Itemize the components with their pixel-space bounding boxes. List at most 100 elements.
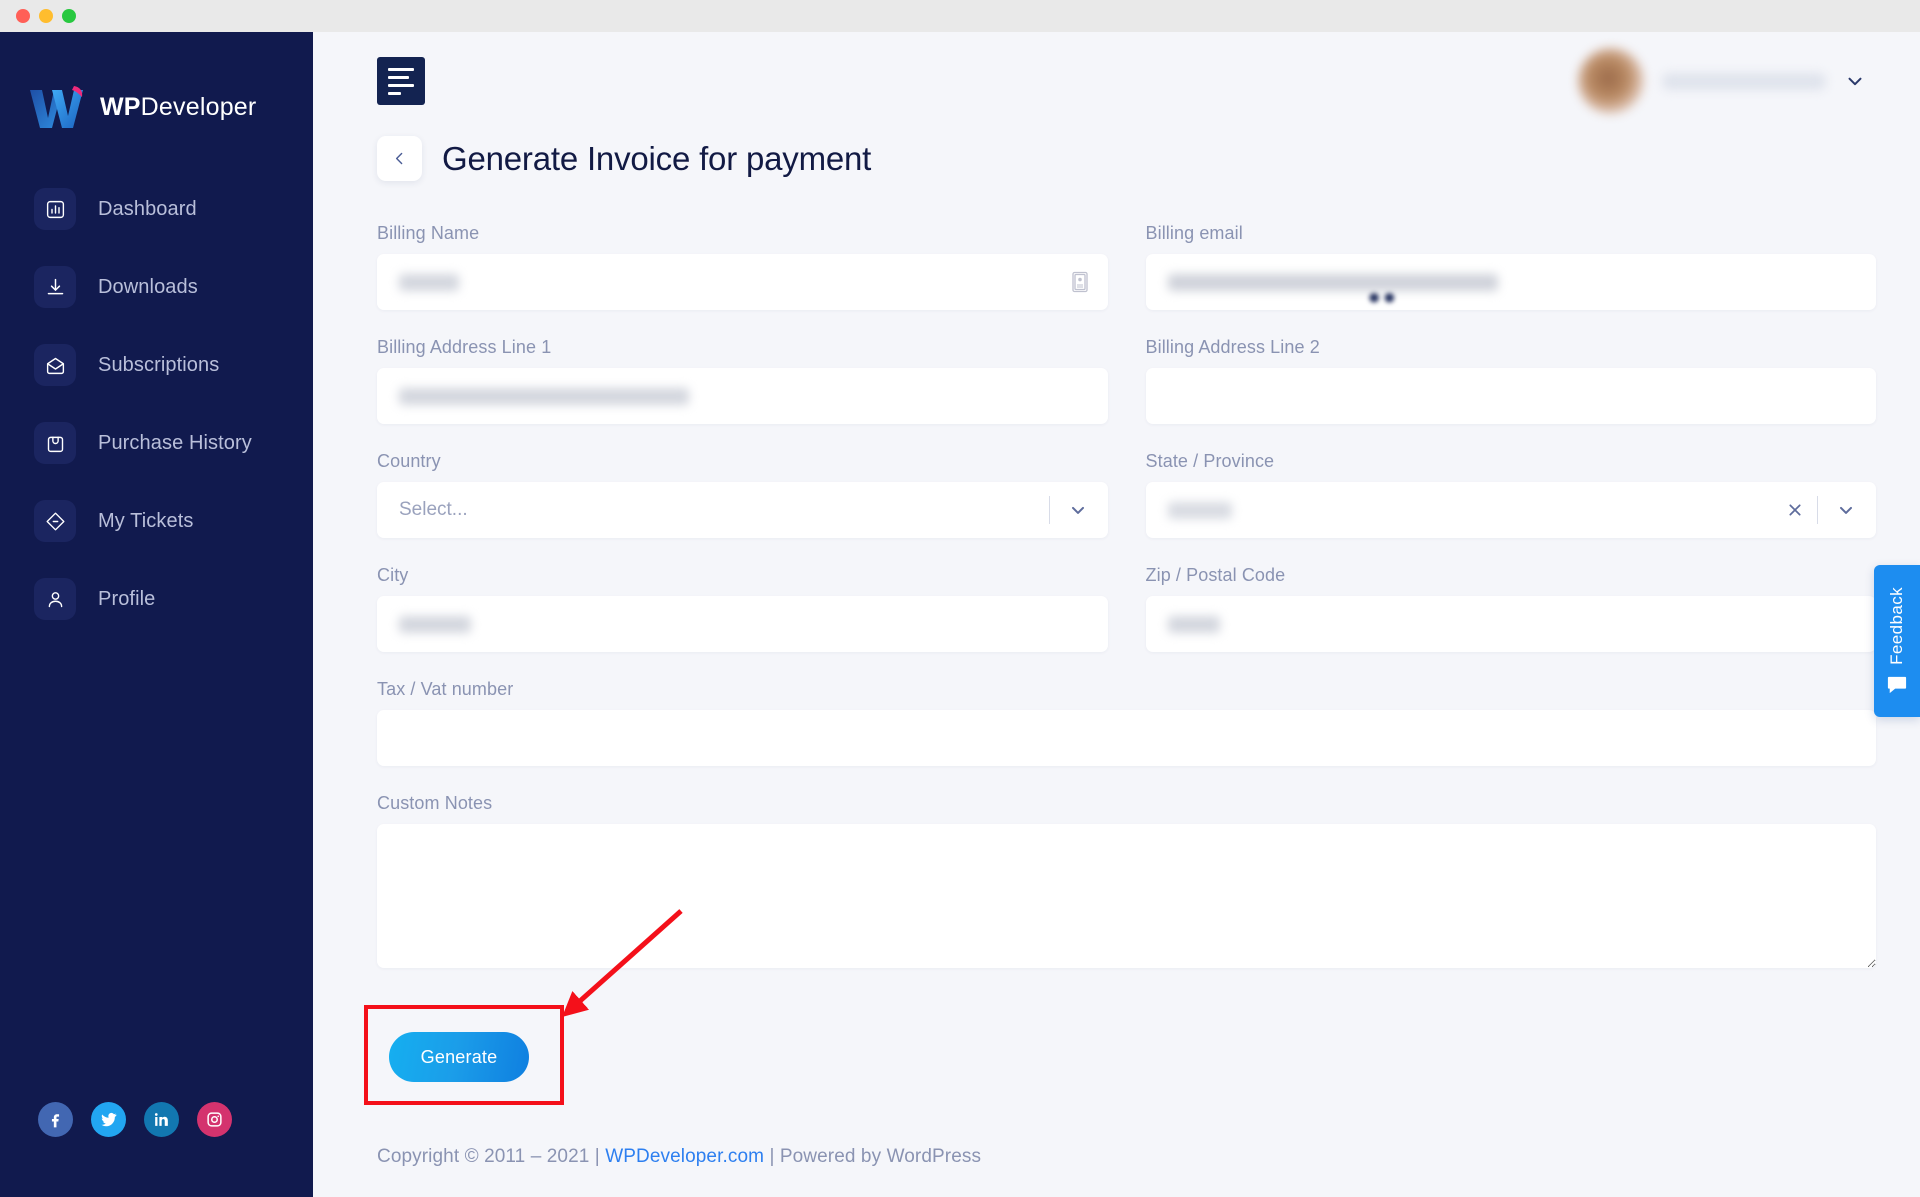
field-tax-vat: Tax / Vat number	[377, 679, 1876, 766]
sidebar: WPDeveloper Dashboard Downloads Subscrip…	[0, 32, 313, 1197]
chevron-down-icon[interactable]	[1818, 500, 1876, 520]
field-label: Billing Name	[377, 223, 480, 243]
field-custom-notes: Custom Notes	[377, 793, 1876, 968]
brand[interactable]: WPDeveloper	[0, 32, 313, 142]
country-select[interactable]: Select...	[377, 482, 1108, 538]
field-state-province: State / Province	[1145, 451, 1876, 538]
envelope-open-icon	[34, 344, 76, 386]
linkedin-icon[interactable]	[144, 1102, 179, 1137]
main-content: Generate Invoice for payment Billing Nam…	[313, 32, 1920, 1197]
country-select-adornments	[1048, 482, 1108, 538]
sidebar-item-profile[interactable]: Profile	[0, 560, 313, 638]
download-icon	[34, 266, 76, 308]
city-value	[399, 615, 471, 633]
chevron-down-icon	[1844, 70, 1866, 92]
twitter-icon[interactable]	[91, 1102, 126, 1137]
field-zip: Zip / Postal Code	[1145, 565, 1876, 652]
sidebar-item-dashboard[interactable]: Dashboard	[0, 170, 313, 248]
billing-email-value	[1167, 273, 1498, 291]
brand-name-bold: WP	[100, 92, 141, 121]
field-label: State / Province	[1145, 451, 1275, 471]
billing-email-ghost: ●●	[1367, 284, 1399, 309]
user-icon	[34, 578, 76, 620]
user-menu[interactable]	[1578, 48, 1876, 114]
country-placeholder: Select...	[399, 499, 468, 520]
field-billing-email: Billing email ●●	[1145, 223, 1876, 310]
feedback-tab[interactable]: Feedback	[1874, 565, 1920, 717]
field-label: Country	[377, 451, 441, 471]
app-shell: WPDeveloper Dashboard Downloads Subscrip…	[0, 32, 1920, 1197]
close-icon[interactable]	[1773, 502, 1817, 518]
field-label: Billing email	[1145, 223, 1243, 243]
sidebar-item-label: Profile	[98, 587, 156, 610]
state-select[interactable]	[1145, 482, 1876, 538]
footer-suffix: | Powered by WordPress	[764, 1146, 982, 1167]
sidebar-item-label: Downloads	[98, 275, 198, 298]
field-label: Custom Notes	[377, 793, 493, 813]
window-minimize-button[interactable]	[39, 9, 53, 23]
sidebar-nav: Dashboard Downloads Subscriptions Purcha…	[0, 170, 313, 638]
field-label: City	[377, 565, 409, 585]
top-bar	[313, 32, 1920, 130]
sidebar-item-label: Dashboard	[98, 197, 197, 220]
page-body: Generate Invoice for payment Billing Nam…	[313, 136, 1920, 1197]
generate-row: Generate	[364, 909, 1876, 1111]
custom-notes-textarea[interactable]	[377, 824, 1876, 968]
tax-vat-input[interactable]	[377, 710, 1876, 766]
facebook-icon[interactable]	[38, 1102, 73, 1137]
sidebar-item-label: My Tickets	[98, 509, 194, 532]
sidebar-item-label: Purchase History	[98, 431, 252, 454]
window-zoom-button[interactable]	[62, 9, 76, 23]
sidebar-item-my-tickets[interactable]: My Tickets	[0, 482, 313, 560]
footer: Copyright © 2011 – 2021 | WPDeveloper.co…	[377, 1146, 1876, 1197]
field-city: City	[377, 565, 1108, 652]
footer-prefix: Copyright © 2011 – 2021 |	[377, 1146, 606, 1167]
chevron-down-icon[interactable]	[1050, 500, 1108, 520]
shopping-bag-icon	[34, 422, 76, 464]
feedback-label: Feedback	[1887, 587, 1906, 665]
billing-email-input[interactable]: ●●	[1145, 254, 1876, 310]
billing-name-value	[399, 273, 459, 291]
field-billing-name: Billing Name	[377, 223, 1108, 310]
billing-name-input[interactable]	[377, 254, 1108, 310]
back-button[interactable]	[377, 136, 422, 181]
zip-input[interactable]	[1145, 596, 1876, 652]
field-address-line-2: Billing Address Line 2	[1145, 337, 1876, 424]
field-label: Tax / Vat number	[377, 679, 514, 699]
page-title: Generate Invoice for payment	[442, 139, 872, 177]
sidebar-item-downloads[interactable]: Downloads	[0, 248, 313, 326]
chart-bar-icon	[34, 188, 76, 230]
field-country: Country Select...	[377, 451, 1108, 538]
sidebar-item-label: Subscriptions	[98, 353, 220, 376]
sidebar-item-subscriptions[interactable]: Subscriptions	[0, 326, 313, 404]
address-line-2-input[interactable]	[1145, 368, 1876, 424]
chevron-left-icon	[391, 150, 408, 167]
instagram-icon[interactable]	[197, 1102, 232, 1137]
city-input[interactable]	[377, 596, 1108, 652]
field-address-line-1: Billing Address Line 1	[377, 337, 1108, 424]
window-title-bar	[0, 0, 1920, 32]
user-name	[1662, 72, 1826, 90]
footer-link-wpdeveloper[interactable]: WPDeveloper.com	[605, 1146, 764, 1167]
brand-name-regular: Developer	[140, 92, 257, 121]
state-value	[1167, 501, 1232, 519]
state-select-adornments	[1773, 482, 1876, 538]
address-line-1-input[interactable]	[377, 368, 1108, 424]
submit-row: Generate	[364, 909, 1876, 1111]
field-label: Billing Address Line 2	[1145, 337, 1320, 357]
generate-button[interactable]: Generate	[389, 1032, 529, 1082]
sidebar-item-purchase-history[interactable]: Purchase History	[0, 404, 313, 482]
speech-bubble-icon	[1886, 675, 1908, 695]
id-card-icon[interactable]	[1071, 271, 1088, 293]
field-label: Billing Address Line 1	[377, 337, 552, 357]
invoice-form: Billing Name Billing email ●● Billing Ad…	[364, 223, 1876, 1138]
wpdeveloper-logo-icon	[28, 84, 86, 130]
ticket-icon	[34, 500, 76, 542]
window-close-button[interactable]	[16, 9, 30, 23]
social-links	[38, 1102, 232, 1137]
hamburger-icon[interactable]	[377, 57, 425, 105]
field-label: Zip / Postal Code	[1145, 565, 1286, 585]
page-header: Generate Invoice for payment	[377, 136, 1876, 181]
brand-name: WPDeveloper	[100, 93, 256, 122]
avatar	[1578, 48, 1644, 114]
